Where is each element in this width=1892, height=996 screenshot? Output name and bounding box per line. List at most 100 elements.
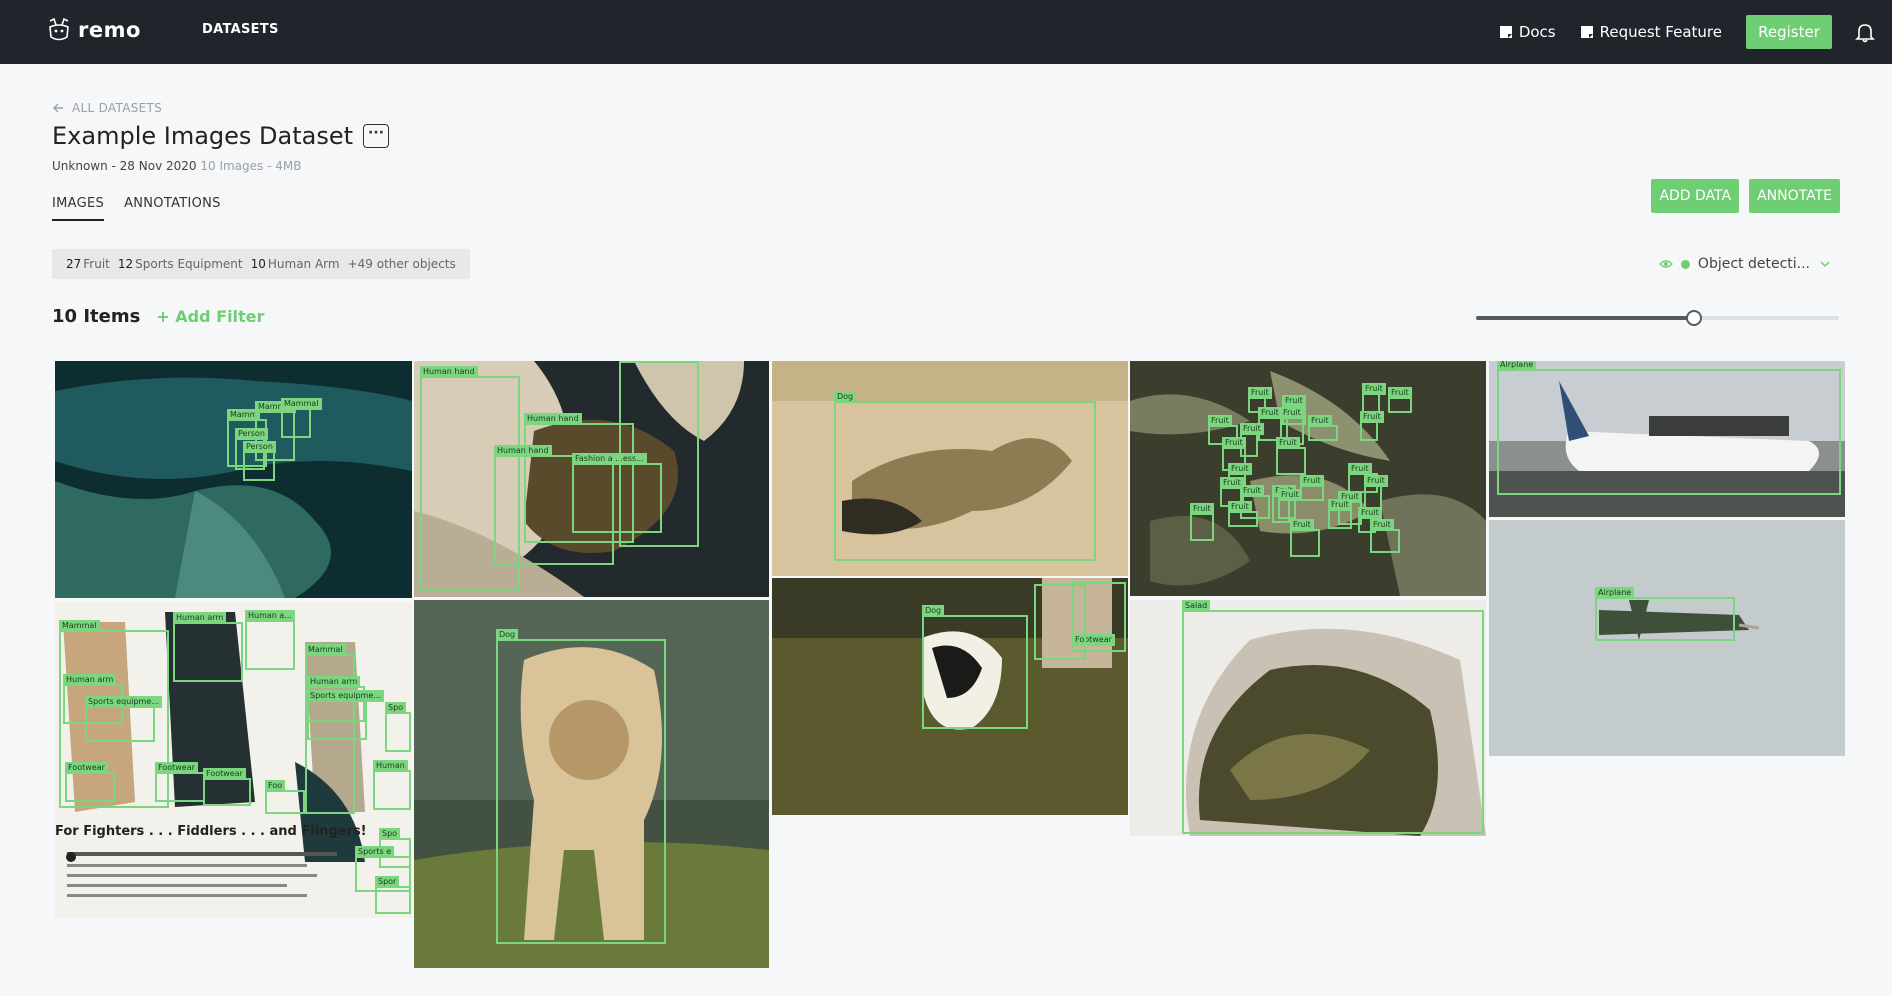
annotation-label: Fruit [1290,519,1314,531]
image-tile-salad[interactable]: Salad [1130,600,1486,836]
annotation-label: Human hand [494,445,552,457]
request-feature-icon [1580,26,1593,38]
annotation-box: Fruit [1388,387,1412,413]
annotation-label: Fruit [1362,383,1386,395]
annotation-box: Fruit [1328,499,1352,529]
annotation-label: Fruit [1276,437,1300,449]
view-mode-dropdown[interactable]: Object detecti... [1659,256,1832,272]
annotation-label: Person [235,428,268,440]
annotation-label: Person [243,441,276,453]
request-feature-link[interactable]: Request Feature [1580,23,1722,41]
docs-link[interactable]: Docs [1499,23,1556,41]
annotation-label: Salad [1182,600,1211,612]
page-title: Example Images Dataset [52,122,354,150]
annotation-label: Airplane [1497,361,1537,371]
annotation-label: Human arm [173,612,227,624]
back-to-datasets-link[interactable]: ALL DATASETS [52,101,162,115]
eye-icon [1659,260,1673,268]
poster-headline: For Fighters . . . Fiddlers . . . and Fl… [55,824,367,839]
annotation-label: Fruit [1222,437,1246,449]
more-options-button[interactable]: ··· [363,124,390,148]
annotation-label: Fruit [1308,415,1332,427]
annotation-label: Fruit [1228,501,1252,513]
image-tile-fruit-tree[interactable]: Fruit Fruit Fruit Fruit Fruit Fruit Fruit Fruit… [1130,361,1486,596]
register-button[interactable]: Register [1746,15,1832,49]
image-tile-fighters[interactable]: For Fighters . . . Fiddlers . . . and Fl… [55,602,412,918]
image-tile-airplane-ground[interactable]: Airplane [1489,361,1845,517]
image-tile-airplane-sky[interactable]: Airplane [1489,520,1845,756]
annotation-label: Fruit [1388,387,1412,399]
annotation-box: Dog [834,391,1096,561]
annotation-box: Fruit [1228,501,1258,527]
annotation-label: Footwear [65,762,108,774]
image-tile-dog-lying[interactable]: Dog [772,361,1128,576]
annotation-label: Fruit [1248,387,1272,399]
annotation-label: Footwear [155,762,198,774]
annotation-box: Person [243,441,276,481]
annotation-label: Fruit [1300,475,1324,487]
top-navbar: remo DATASETS Docs Request Feature Regis… [0,0,1892,64]
annotation-label: Human hand [420,366,478,378]
remo-logo-icon [49,17,69,41]
image-thumbnail [55,361,412,598]
annotation-label: Fruit [1278,489,1302,501]
thumbnail-size-slider[interactable] [1476,310,1839,326]
annotation-box: Footwear [65,762,115,802]
annotation-box: Dog [496,629,666,944]
annotation-label: Spo [379,828,401,840]
add-data-button[interactable]: ADD DATA [1651,179,1740,213]
annotation-summary[interactable]: 27 Fruit 12 Sports Equipment 10 Human Arm +… [52,249,470,279]
remo-logo[interactable]: remo [46,14,141,46]
annotation-label: Sports e [355,846,395,858]
annotation-label: Fruit [1348,463,1372,475]
annotation-box: Fruit [1308,415,1338,441]
annotation-label: Fruit [1208,415,1232,427]
annotation-box: Sports equipme... [307,690,384,740]
annotation-box: Dog [922,605,1028,729]
annotation-label: Human hand [524,413,582,425]
image-tile-dog-walking[interactable]: Dog [414,600,769,968]
annotation-label: Human a... [245,610,295,622]
request-feature-label: Request Feature [1599,23,1722,41]
annotation-box: Spo [385,702,411,752]
status-dot [1680,259,1690,269]
chevron-down-icon [1820,261,1830,268]
annotation-label: Dog [834,391,857,403]
annotation-box: Fruit [1370,519,1400,553]
slider-handle[interactable] [1685,310,1702,326]
annotation-label: Fruit [1358,507,1382,519]
bell-icon[interactable] [1854,21,1876,43]
summary-item: 27 Fruit [66,257,110,271]
dataset-meta: Unknown - 28 Nov 2020 10 Images - 4MB [52,159,301,173]
tab-annotations[interactable]: ANNOTATIONS [124,196,221,221]
image-tile-cave[interactable]: Mamm Mammal Mammal Person Person [55,361,412,598]
docs-icon [1499,26,1512,38]
add-filter-button[interactable]: + Add Filter [156,307,264,326]
annotation-label: Fruit [1228,463,1252,475]
nav-datasets-link[interactable]: DATASETS [202,22,279,37]
image-tile-dog-running[interactable]: Dog Footwear [772,578,1128,815]
summary-item: 10 Human Arm [250,257,340,271]
annotation-box: Spor [375,876,411,914]
annotation-label: Sports equipme... [85,696,162,708]
annotate-button[interactable]: ANNOTATE [1749,179,1840,213]
annotation-label: Fruit [1282,395,1306,407]
annotation-box: Fruit [1364,475,1388,509]
tab-images[interactable]: IMAGES [52,196,105,221]
annotation-box: Fruit [1278,489,1302,519]
annotation-box: Mammal [281,398,322,438]
annotation-label: Airplane [1595,587,1635,599]
summary-other: +49 other objects [347,257,456,271]
annotation-box [1034,584,1086,660]
annotation-box: Salad [1182,600,1484,834]
annotation-label: Human arm [63,674,117,686]
annotation-label: Mammal [59,620,100,632]
dataset-size: 10 Images - 4MB [200,159,302,173]
view-mode-label: Object detecti... [1697,256,1810,272]
annotation-box: Footwear [155,762,205,802]
items-count: 10 Items [52,306,141,327]
image-tile-hands[interactable]: Human hand Human hand Human hand Fashion… [414,361,769,597]
annotation-label: Fruit [1280,407,1304,419]
annotation-label: Mammal [305,644,346,656]
annotation-label: Fruit [1258,407,1282,419]
